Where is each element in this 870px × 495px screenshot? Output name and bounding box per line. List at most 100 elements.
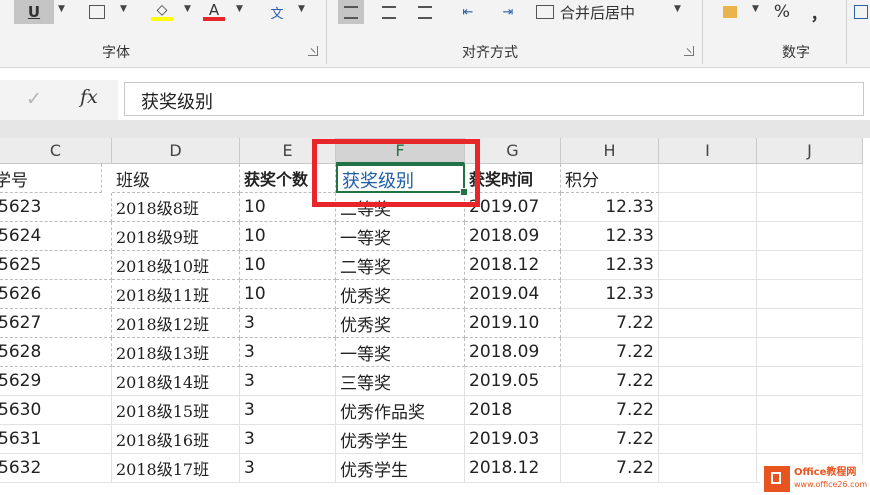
table-cell-h[interactable]: 12.33: [561, 280, 659, 309]
phonetic-button[interactable]: 文: [262, 0, 292, 24]
table-cell-d[interactable]: 2018级11班: [112, 280, 240, 309]
table-cell-e[interactable]: 10: [240, 251, 336, 280]
table-cell-g[interactable]: 2019.04: [465, 280, 561, 309]
table-cell-e[interactable]: 10: [240, 222, 336, 251]
column-header-c[interactable]: C: [0, 138, 112, 164]
table-cell-f[interactable]: 优秀学生: [336, 425, 465, 454]
table-cell-e[interactable]: 3: [240, 338, 336, 367]
table-cell-e[interactable]: 3: [240, 454, 336, 483]
table-cell-c[interactable]: 5631: [0, 425, 112, 454]
empty-cell[interactable]: [757, 164, 863, 193]
table-cell-f[interactable]: 优秀奖: [336, 309, 465, 338]
empty-cell[interactable]: [659, 396, 757, 425]
empty-cell[interactable]: [659, 164, 757, 193]
alignment-dialog-launcher-icon[interactable]: [684, 46, 694, 56]
table-cell-e[interactable]: 10: [240, 280, 336, 309]
column-header-d[interactable]: D: [112, 138, 240, 164]
table-cell-h[interactable]: 7.22: [561, 367, 659, 396]
fill-color-dropdown-icon[interactable]: ▼: [184, 4, 191, 14]
accounting-format-dropdown-icon[interactable]: ▼: [752, 4, 759, 14]
table-cell-d[interactable]: 2018级13班: [112, 338, 240, 367]
accounting-format-button[interactable]: [716, 0, 744, 24]
table-cell-c[interactable]: 5625: [0, 251, 112, 280]
table-cell-f[interactable]: 优秀作品奖: [336, 396, 465, 425]
table-cell-g[interactable]: 2018.12: [465, 454, 561, 483]
empty-cell[interactable]: [757, 251, 863, 280]
table-cell-d[interactable]: 2018级12班: [112, 309, 240, 338]
table-cell-c[interactable]: 5628: [0, 338, 112, 367]
underline-button[interactable]: U: [14, 0, 54, 24]
table-cell-g[interactable]: 2018: [465, 396, 561, 425]
empty-cell[interactable]: [757, 193, 863, 222]
table-cell-f[interactable]: 优秀奖: [336, 280, 465, 309]
table-cell-h[interactable]: 12.33: [561, 193, 659, 222]
empty-cell[interactable]: [757, 280, 863, 309]
table-cell-c[interactable]: 5632: [0, 454, 112, 483]
table-cell-e[interactable]: 3: [240, 425, 336, 454]
table-cell-f[interactable]: 三等奖: [336, 367, 465, 396]
table-cell-h[interactable]: 7.22: [561, 338, 659, 367]
table-cell-d[interactable]: 2018级17班: [112, 454, 240, 483]
empty-cell[interactable]: [757, 396, 863, 425]
empty-cell[interactable]: [757, 367, 863, 396]
column-header-j[interactable]: J: [757, 138, 863, 164]
table-cell-d[interactable]: 2018级16班: [112, 425, 240, 454]
table-cell-c[interactable]: 5624: [0, 222, 112, 251]
conditional-format-button[interactable]: [852, 0, 870, 24]
font-dialog-launcher-icon[interactable]: [308, 46, 318, 56]
empty-cell[interactable]: [659, 338, 757, 367]
table-cell-d[interactable]: 2018级8班: [112, 193, 240, 222]
fill-color-button[interactable]: ◇: [148, 0, 176, 24]
table-cell-e[interactable]: 3: [240, 309, 336, 338]
align-center-button[interactable]: [376, 0, 402, 24]
merge-center-button[interactable]: 合并后居中: [536, 0, 664, 24]
table-cell-f[interactable]: 一等奖: [336, 338, 465, 367]
table-cell-c[interactable]: 5629: [0, 367, 112, 396]
merge-center-dropdown-icon[interactable]: ▼: [674, 4, 681, 14]
empty-cell[interactable]: [659, 222, 757, 251]
table-cell-g[interactable]: 2018.09: [465, 338, 561, 367]
font-color-button[interactable]: A: [200, 0, 228, 24]
empty-cell[interactable]: [757, 425, 863, 454]
empty-cell[interactable]: [659, 280, 757, 309]
table-cell-h[interactable]: 12.33: [561, 251, 659, 280]
table-cell-h[interactable]: 7.22: [561, 425, 659, 454]
formula-input[interactable]: 获奖级别: [124, 82, 864, 116]
table-cell-d[interactable]: 2018级9班: [112, 222, 240, 251]
insert-function-icon[interactable]: fx: [80, 86, 98, 108]
font-color-dropdown-icon[interactable]: ▼: [236, 4, 243, 14]
align-left-button[interactable]: [338, 0, 364, 24]
table-cell-c[interactable]: 5626: [0, 280, 112, 309]
empty-cell[interactable]: [659, 193, 757, 222]
table-cell-e[interactable]: 3: [240, 396, 336, 425]
table-cell-d[interactable]: 2018级15班: [112, 396, 240, 425]
header-cell-c[interactable]: 学号: [0, 164, 102, 193]
border-button[interactable]: [84, 0, 110, 24]
empty-cell[interactable]: [659, 454, 757, 483]
table-cell-h[interactable]: 7.22: [561, 454, 659, 483]
table-cell-g[interactable]: 2019.03: [465, 425, 561, 454]
table-cell-h[interactable]: 12.33: [561, 222, 659, 251]
table-cell-g[interactable]: 2018.12: [465, 251, 561, 280]
column-header-h[interactable]: H: [561, 138, 659, 164]
table-cell-h[interactable]: 7.22: [561, 309, 659, 338]
align-right-button[interactable]: [412, 0, 438, 24]
underline-dropdown-icon[interactable]: ▼: [58, 4, 65, 14]
increase-indent-button[interactable]: ⇥: [494, 0, 522, 24]
empty-cell[interactable]: [659, 425, 757, 454]
percent-style-button[interactable]: %: [768, 0, 796, 24]
header-cell-d[interactable]: 班级: [112, 164, 240, 193]
border-dropdown-icon[interactable]: ▼: [120, 4, 127, 14]
table-cell-f[interactable]: 二等奖: [336, 251, 465, 280]
table-cell-h[interactable]: 7.22: [561, 396, 659, 425]
table-cell-e[interactable]: 3: [240, 367, 336, 396]
phonetic-dropdown-icon[interactable]: ▼: [298, 4, 305, 14]
decrease-indent-button[interactable]: ⇤: [454, 0, 482, 24]
column-header-i[interactable]: I: [659, 138, 757, 164]
table-cell-c[interactable]: 5627: [0, 309, 112, 338]
enter-check-icon[interactable]: ✓: [26, 88, 42, 110]
header-cell-h[interactable]: 积分: [561, 164, 659, 193]
table-cell-g[interactable]: 2018.09: [465, 222, 561, 251]
empty-cell[interactable]: [757, 309, 863, 338]
table-cell-g[interactable]: 2019.05: [465, 367, 561, 396]
